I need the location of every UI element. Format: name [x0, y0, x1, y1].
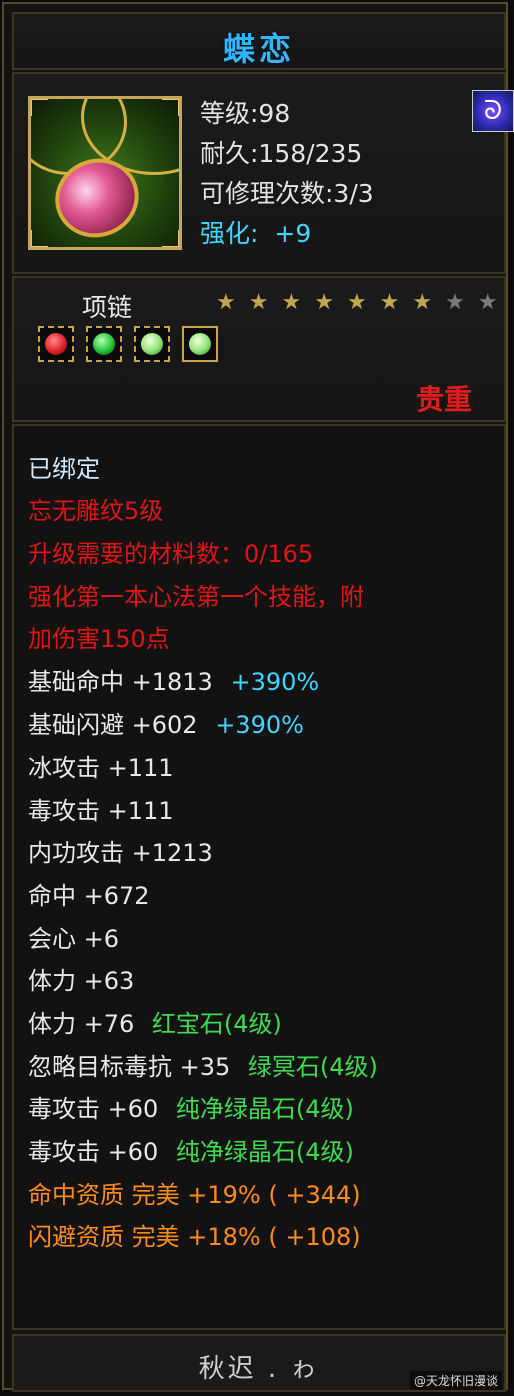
stat-row: 命中 +672 — [28, 882, 150, 910]
gem-stat: 毒攻击 +60 — [28, 1095, 159, 1123]
item-tooltip: 蝶恋 等级:98 耐久:158/235 可修理次数:3/3 强化: +9 ᘐ 项… — [2, 2, 514, 1392]
gem-socket[interactable] — [86, 326, 122, 362]
stat-row: 会心 +6 — [28, 925, 120, 953]
skill-text: 加伤害150点 — [28, 625, 170, 653]
level-stat: 等级:98 — [200, 99, 291, 128]
stat-row: 基础闪避 +602 +390% — [28, 710, 304, 740]
item-name: 蝶恋 — [222, 30, 295, 68]
gem-socket[interactable] — [134, 326, 170, 362]
gem-name: 纯净绿晶石(4级) — [175, 1138, 354, 1166]
item-info-panel: 等级:98 耐久:158/235 可修理次数:3/3 强化: +9 ᘐ — [12, 72, 514, 274]
durability-stat: 耐久:158/235 — [200, 139, 363, 168]
stat-row: 内功攻击 +1213 — [28, 839, 213, 867]
stat-bonus: +390% — [230, 668, 320, 696]
star-icon: ★ — [248, 290, 272, 315]
material-text: 升级需要的材料数：0/165 — [28, 540, 314, 568]
item-type: 项链 — [82, 293, 133, 322]
socket-panel: 项链 ★ ★ ★ ★ ★ ★ ★ ★ ★ 贵重 — [12, 276, 506, 422]
watermark: @天龙怀旧漫谈 — [409, 1371, 502, 1390]
swirl-icon[interactable]: ᘐ — [472, 90, 514, 132]
star-icon: ★ — [412, 290, 436, 315]
star-icon: ★ — [346, 290, 370, 315]
stat-label: 基础闪避 +602 — [28, 711, 198, 739]
enhance-label: 强化: — [200, 219, 259, 248]
gem-socket[interactable] — [38, 326, 74, 362]
gem-stat-row: 毒攻击 +60 纯净绿晶石(4级) — [28, 1137, 354, 1167]
gem-socket[interactable] — [182, 326, 218, 362]
stat-row: 体力 +63 — [28, 967, 135, 995]
gem-stat: 忽略目标毒抗 +35 — [28, 1053, 231, 1081]
gem-stat-row: 毒攻击 +60 纯净绿晶石(4级) — [28, 1094, 354, 1124]
green-gem-icon — [93, 333, 115, 355]
gem-stat-row: 体力 +76 红宝石(4级) — [28, 1009, 282, 1039]
bound-status: 已绑定 — [28, 455, 100, 483]
quality-label: 贵重 — [415, 383, 472, 416]
enhance-stat: 强化: +9 — [200, 214, 311, 250]
star-empty-icon: ★ — [477, 290, 501, 315]
light-green-gem-icon — [141, 333, 163, 355]
enhance-value: +9 — [274, 219, 312, 248]
red-gem-icon — [45, 333, 67, 355]
star-rating: ★ ★ ★ ★ ★ ★ ★ ★ ★ — [216, 290, 501, 315]
gem-name: 纯净绿晶石(4级) — [175, 1095, 354, 1123]
star-empty-icon: ★ — [445, 290, 468, 315]
skill-text: 强化第一本心法第一个技能，附 — [28, 583, 364, 611]
gem-stat-row: 忽略目标毒抗 +35 绿冥石(4级) — [28, 1052, 378, 1082]
stat-row: 基础命中 +1813 +390% — [28, 667, 319, 697]
light-green-gem-icon — [189, 333, 211, 355]
gem-stat: 体力 +76 — [28, 1010, 135, 1038]
engrave-text: 忘无雕纹5级 — [28, 497, 164, 525]
necklace-icon — [28, 96, 182, 250]
star-icon: ★ — [379, 290, 403, 315]
stat-row: 冰攻击 +111 — [28, 754, 174, 782]
gem-name: 红宝石(4级) — [151, 1010, 282, 1038]
repair-count-stat: 可修理次数:3/3 — [200, 179, 374, 208]
gem-name: 绿冥石(4级) — [247, 1053, 378, 1081]
stat-bonus: +390% — [215, 711, 304, 739]
gem-stat: 毒攻击 +60 — [28, 1138, 159, 1166]
stat-row: 毒攻击 +111 — [28, 797, 174, 825]
star-icon: ★ — [281, 290, 305, 315]
aptitude-row: 闪避资质 完美 +18% ( +108) — [28, 1223, 361, 1251]
attributes-panel: 已绑定 忘无雕纹5级 升级需要的材料数：0/165 强化第一本心法第一个技能，附… — [12, 424, 506, 1330]
star-icon: ★ — [216, 290, 239, 315]
stat-label: 基础命中 +1813 — [28, 668, 213, 696]
aptitude-row: 命中资质 完美 +19% ( +344) — [28, 1181, 361, 1209]
title-bar: 蝶恋 — [12, 12, 506, 70]
star-icon: ★ — [314, 290, 337, 315]
